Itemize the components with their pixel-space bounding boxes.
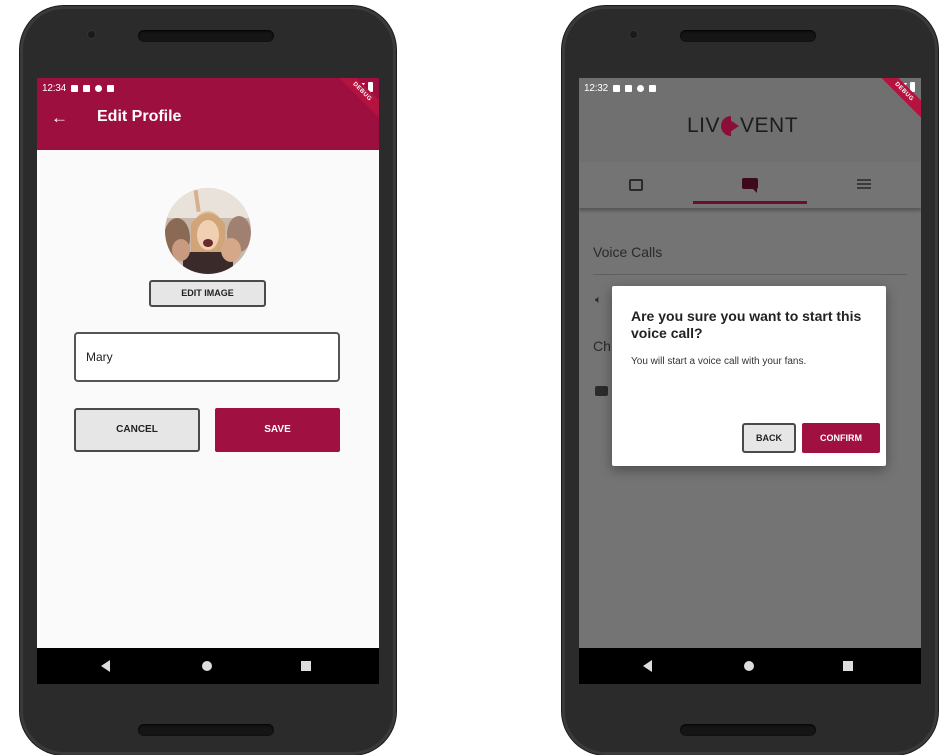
chat-section-title: Ch bbox=[593, 338, 611, 354]
chat-icon bbox=[742, 178, 758, 193]
app-bar: 12:34 DEBUG ← Edit Profile bbox=[37, 78, 379, 150]
edit-profile-body: EDIT IMAGE Mary CANCEL SAVE bbox=[37, 150, 379, 648]
name-input[interactable]: Mary bbox=[74, 332, 340, 382]
nav-home-icon[interactable] bbox=[744, 661, 754, 671]
chat-bubble-icon[interactable] bbox=[595, 386, 608, 396]
edit-image-button[interactable]: EDIT IMAGE bbox=[149, 280, 266, 307]
nav-back-icon[interactable] bbox=[643, 660, 652, 672]
app-logo: LIV VENT bbox=[687, 114, 798, 138]
status-bar: 12:32 bbox=[579, 78, 921, 98]
earpiece-speaker bbox=[680, 30, 816, 42]
nav-recents-icon[interactable] bbox=[843, 661, 853, 671]
active-tab-indicator bbox=[693, 201, 807, 204]
status-bar: 12:34 bbox=[37, 78, 379, 98]
phone-right: 12:32 DEBUG LIV VENT Voice Calls 🔈︎ Ch A… bbox=[562, 6, 938, 755]
logo-prefix: LIV bbox=[687, 114, 721, 137]
square-notification-icon bbox=[625, 84, 633, 92]
logo-mark-icon bbox=[721, 115, 740, 137]
avatar bbox=[165, 188, 251, 274]
bottom-speaker bbox=[138, 724, 274, 736]
settings-notification-icon bbox=[71, 84, 79, 92]
sd-card-icon bbox=[649, 84, 657, 92]
circle-notification-icon bbox=[95, 84, 103, 92]
phone-left: 12:34 DEBUG ← Edit Profile EDIT IMAGE Ma… bbox=[20, 6, 396, 755]
status-time: 12:34 bbox=[42, 82, 67, 94]
back-arrow-icon[interactable]: ← bbox=[51, 108, 68, 128]
dialog-title: Are you sure you want to start this voic… bbox=[631, 308, 862, 341]
tab-menu[interactable] bbox=[807, 162, 921, 208]
confirm-button[interactable]: CONFIRM bbox=[802, 423, 880, 453]
save-button[interactable]: SAVE bbox=[215, 408, 340, 452]
circle-notification-icon bbox=[637, 84, 645, 92]
section-title: Voice Calls bbox=[593, 244, 663, 260]
nav-recents-icon[interactable] bbox=[301, 661, 311, 671]
menu-icon bbox=[857, 179, 871, 189]
android-nav-bar bbox=[579, 648, 921, 684]
photo-icon bbox=[629, 179, 643, 191]
camera-lens bbox=[88, 31, 95, 38]
back-button[interactable]: BACK bbox=[742, 423, 796, 453]
avatar-photo bbox=[165, 188, 251, 274]
app-header: 12:32 DEBUG LIV VENT bbox=[579, 78, 921, 162]
screen-edit-profile: 12:34 DEBUG ← Edit Profile EDIT IMAGE Ma… bbox=[37, 78, 379, 684]
settings-notification-icon bbox=[613, 84, 621, 92]
cancel-button[interactable]: CANCEL bbox=[74, 408, 200, 452]
status-time: 12:32 bbox=[584, 82, 609, 94]
nav-home-icon[interactable] bbox=[202, 661, 212, 671]
sd-card-icon bbox=[107, 84, 115, 92]
confirm-dialog: Are you sure you want to start this voic… bbox=[612, 286, 886, 466]
logo-suffix: VENT bbox=[740, 114, 799, 137]
page-title: Edit Profile bbox=[97, 108, 182, 125]
camera-lens bbox=[630, 31, 637, 38]
android-nav-bar bbox=[37, 648, 379, 684]
screen-voice-calls: 12:32 DEBUG LIV VENT Voice Calls 🔈︎ Ch A… bbox=[579, 78, 921, 684]
dialog-body: You will start a voice call with your fa… bbox=[631, 356, 807, 367]
earpiece-speaker bbox=[138, 30, 274, 42]
square-notification-icon bbox=[83, 84, 91, 92]
volume-icon[interactable]: 🔈︎ bbox=[595, 294, 602, 307]
divider bbox=[593, 274, 907, 275]
nav-back-icon[interactable] bbox=[101, 660, 110, 672]
bottom-speaker bbox=[680, 724, 816, 736]
tab-photos[interactable] bbox=[579, 162, 693, 208]
